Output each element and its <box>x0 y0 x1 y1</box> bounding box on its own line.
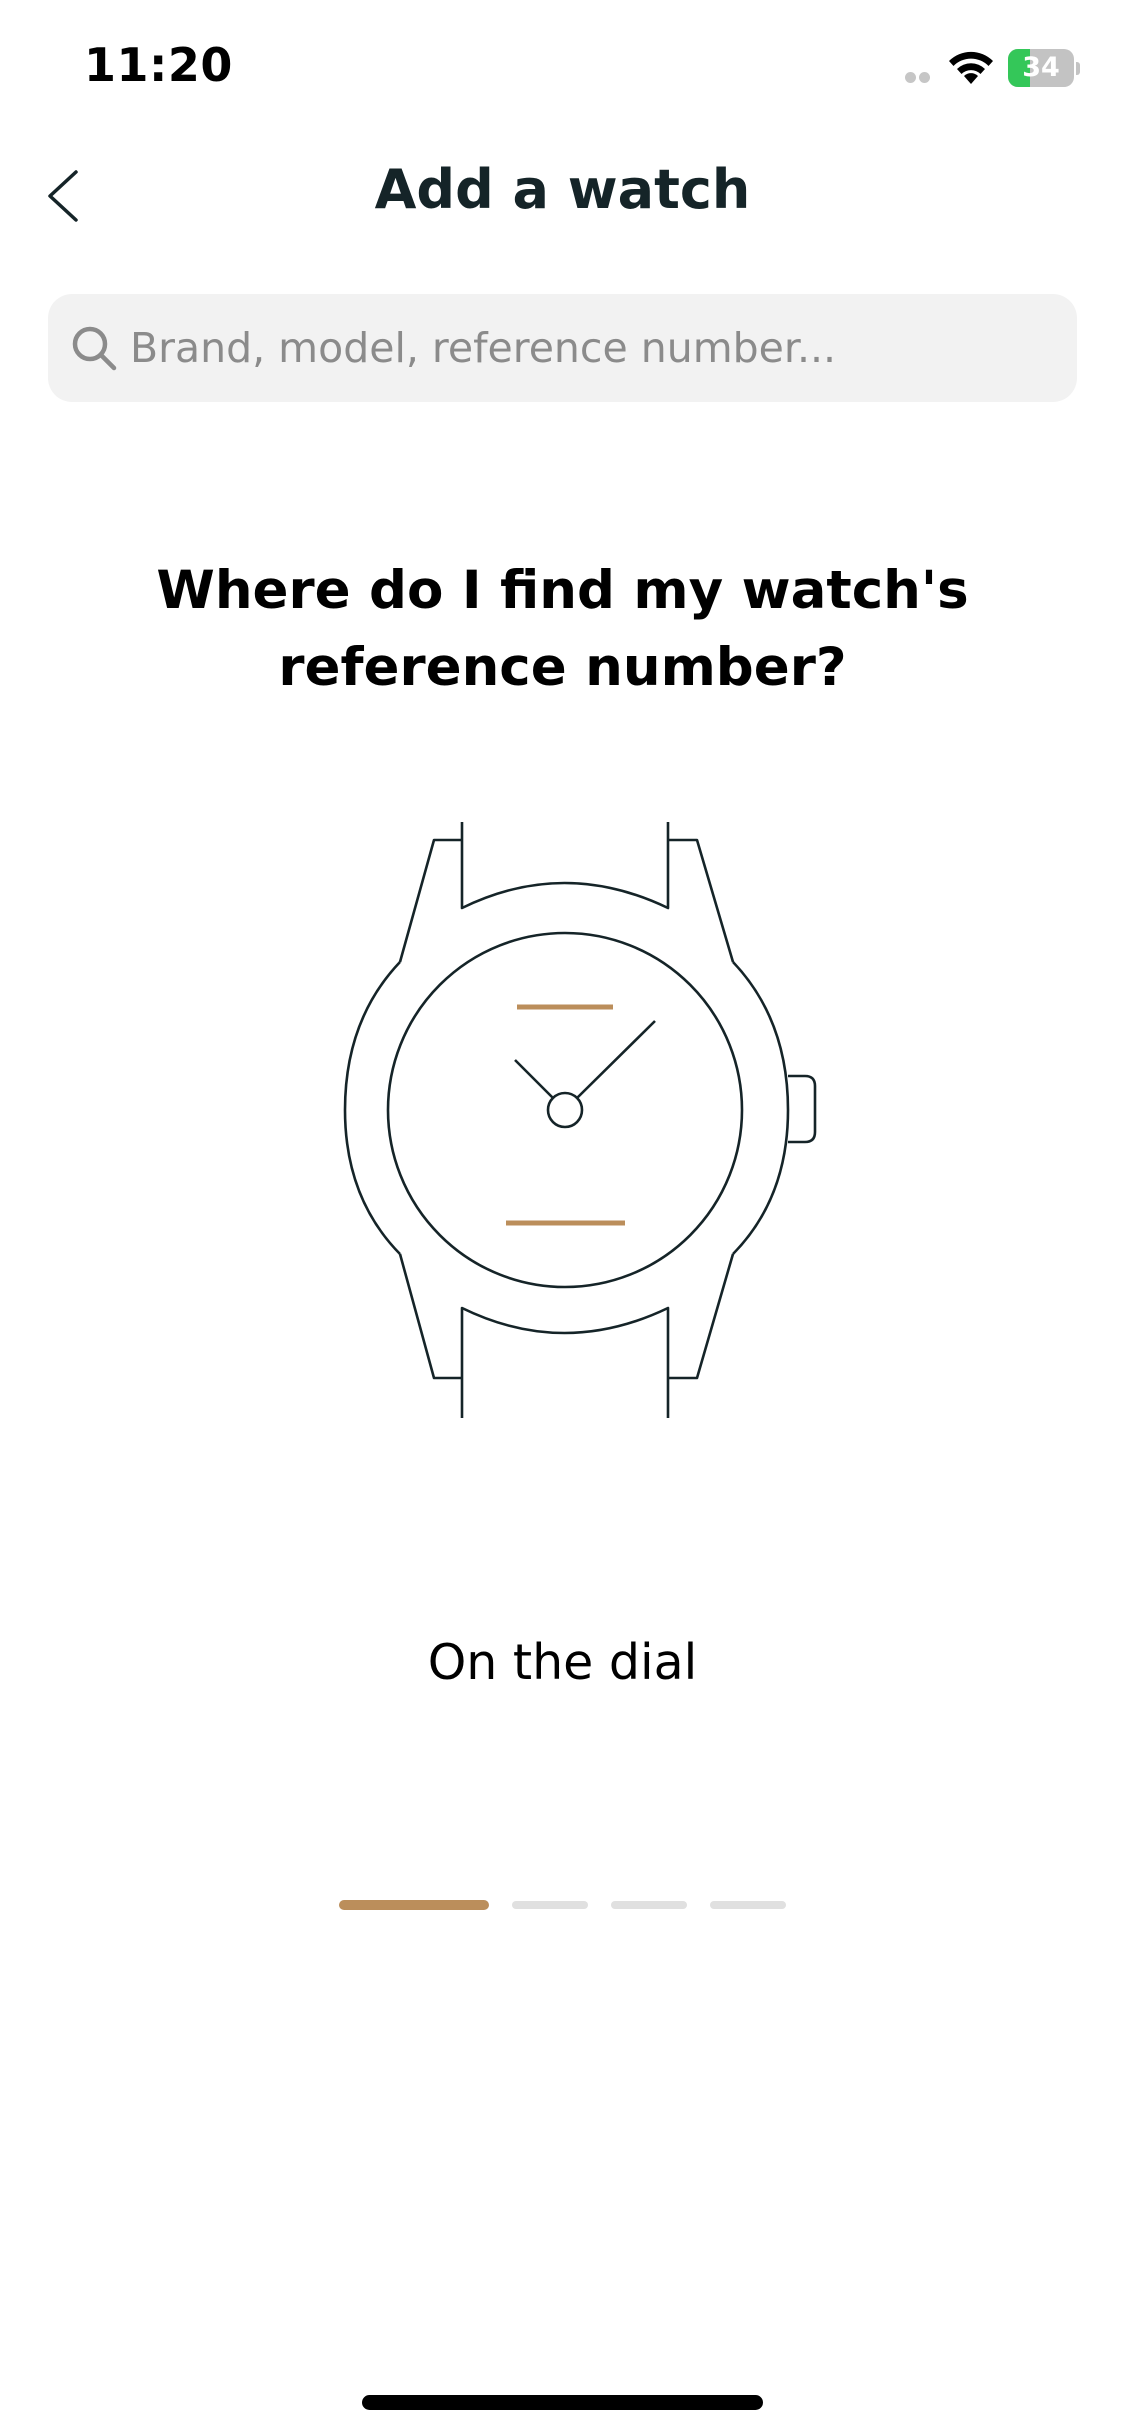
page-dot-4[interactable] <box>710 1901 786 1909</box>
search-field[interactable] <box>48 294 1077 402</box>
status-time: 11:20 <box>84 38 233 92</box>
page-indicator <box>0 1900 1125 1910</box>
status-bar: 11:20 34 <box>0 0 1125 135</box>
battery-level: 34 <box>1022 52 1060 83</box>
cellular-signal-icon <box>905 72 931 84</box>
slide-caption: On the dial <box>427 1634 698 1691</box>
page-title: Add a watch <box>374 158 751 221</box>
home-indicator[interactable] <box>362 2395 763 2410</box>
wristwatch-icon <box>343 822 817 1418</box>
help-heading: Where do I find my watch's reference num… <box>156 560 969 698</box>
battery-icon: 34 <box>1008 49 1080 89</box>
page-dot-1[interactable] <box>339 1900 489 1910</box>
search-icon <box>72 326 117 371</box>
wifi-icon <box>949 51 993 84</box>
search-input[interactable] <box>130 294 1050 402</box>
page-dot-2[interactable] <box>512 1901 588 1909</box>
page-dot-3[interactable] <box>611 1901 687 1909</box>
